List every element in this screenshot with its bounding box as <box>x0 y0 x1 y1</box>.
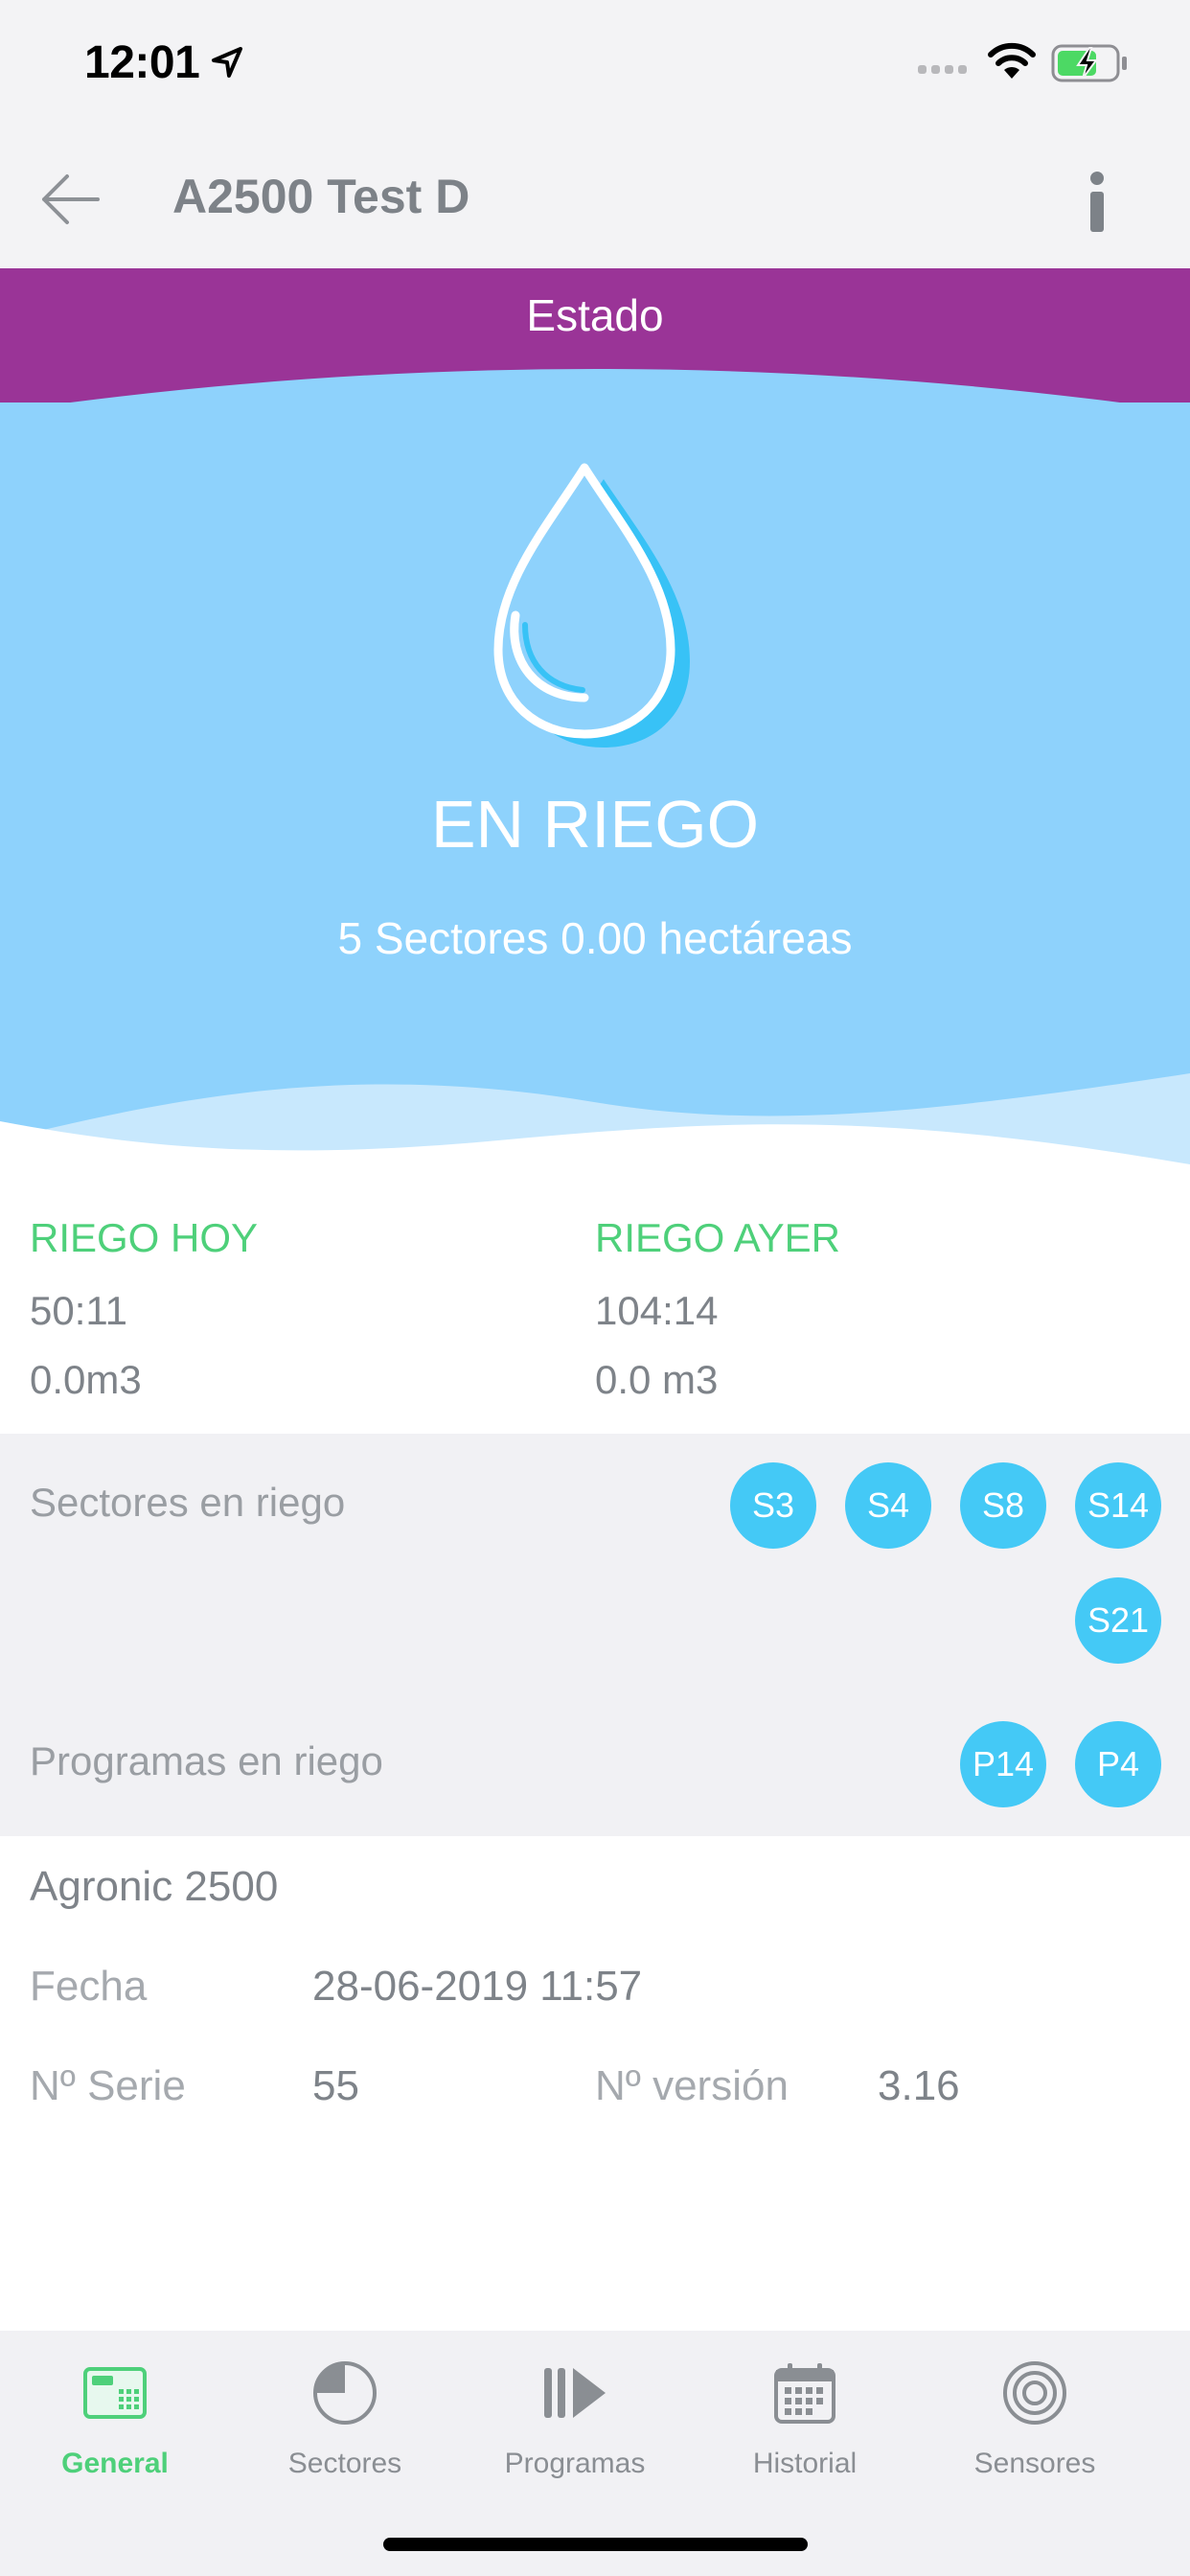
tab-programs[interactable]: Programas <box>460 2350 690 2480</box>
wave-decoration <box>0 1073 1190 1188</box>
stat-yesterday-time: 104:14 <box>595 1288 719 1333</box>
stat-yesterday-volume: 0.0 m3 <box>595 1357 719 1402</box>
date-value: 28-06-2019 11:57 <box>312 1963 643 2010</box>
cell-signal-icon <box>918 65 967 74</box>
sector-chip[interactable]: S21 <box>1075 1577 1161 1664</box>
sensors-icon <box>1003 2361 1066 2425</box>
sector-chip[interactable]: S8 <box>960 1462 1046 1549</box>
tab-sectors-label: Sectores <box>287 2448 402 2479</box>
program-chip[interactable]: P4 <box>1075 1721 1161 1807</box>
stat-today: RIEGO HOY 50:11 0.0m3 <box>30 1215 258 1403</box>
active-irrigation: Sectores en riego S3 S4 S8 S14 S21 Progr… <box>0 1434 1190 1836</box>
irrigation-stats: RIEGO HOY 50:11 0.0m3 RIEGO AYER 104:14 … <box>0 1188 1190 1434</box>
tab-history-label: Historial <box>752 2448 858 2479</box>
tab-history[interactable]: Historial <box>690 2350 920 2480</box>
sectors-label: Sectores en riego <box>30 1480 346 1525</box>
location-arrow-icon <box>212 47 242 78</box>
info-icon[interactable] <box>1083 171 1111 234</box>
tab-sectors[interactable]: Sectores <box>230 2350 460 2480</box>
sector-chip[interactable]: S14 <box>1075 1462 1161 1549</box>
tab-general[interactable]: General <box>0 2350 230 2480</box>
wifi-icon <box>988 42 1036 79</box>
navigation-bar: A2500 Test D <box>0 126 1190 268</box>
programs-label: Programas en riego <box>30 1738 383 1783</box>
stat-today-volume: 0.0m3 <box>30 1357 142 1402</box>
irrigation-summary: 5 Sectores 0.00 hectáreas <box>337 913 853 963</box>
program-chip[interactable]: P14 <box>960 1721 1046 1807</box>
calendar-icon <box>774 2363 835 2424</box>
header-curve <box>0 345 1190 402</box>
device-name: Agronic 2500 <box>30 1863 279 1910</box>
version-label: Nº versión <box>595 2062 789 2109</box>
status-bar: 12:01 <box>0 0 1190 126</box>
battery-charging-icon <box>1051 44 1127 82</box>
tab-sensors[interactable]: Sensores <box>920 2350 1150 2480</box>
device-info: Agronic 2500 Fecha 28-06-2019 11:57 Nº S… <box>0 1836 1190 2331</box>
water-drop-icon <box>493 463 690 748</box>
sectors-icon <box>313 2361 377 2425</box>
stat-today-label: RIEGO HOY <box>30 1215 259 1260</box>
home-indicator <box>383 2538 808 2551</box>
stat-today-time: 50:11 <box>30 1288 127 1333</box>
tab-sensors-label: Sensores <box>973 2448 1096 2479</box>
status-panel: EN RIEGO 5 Sectores 0.00 hectáreas <box>0 345 1190 1188</box>
tab-programs-label: Programas <box>504 2448 646 2479</box>
status-time: 12:01 <box>84 37 200 88</box>
date-label: Fecha <box>30 1963 148 2010</box>
section-title: Estado <box>526 290 664 340</box>
sector-chip[interactable]: S3 <box>730 1462 816 1549</box>
serial-value: 55 <box>312 2062 359 2109</box>
stat-yesterday: RIEGO AYER 104:14 0.0 m3 <box>595 1215 840 1403</box>
tab-general-label: General <box>61 2448 169 2479</box>
general-icon <box>83 2367 147 2419</box>
stat-yesterday-label: RIEGO AYER <box>595 1215 840 1260</box>
version-value: 3.16 <box>878 2062 960 2109</box>
serial-label: Nº Serie <box>30 2062 186 2109</box>
irrigation-state: EN RIEGO <box>430 787 760 862</box>
page-title: A2500 Test D <box>172 170 470 223</box>
programs-icon <box>544 2368 606 2418</box>
back-arrow-icon[interactable] <box>38 171 102 228</box>
sector-chip[interactable]: S4 <box>845 1462 931 1549</box>
